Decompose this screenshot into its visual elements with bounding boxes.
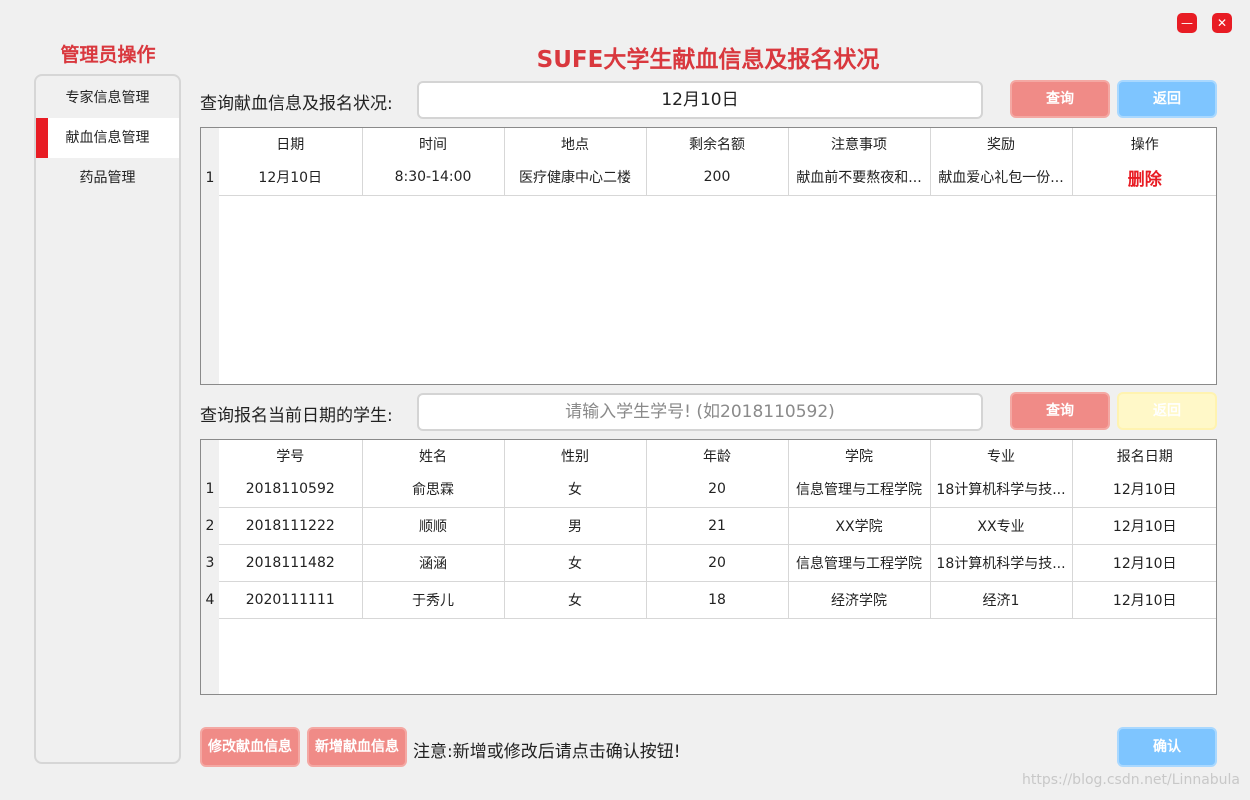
table-cell[interactable]: 18计算机科学与技... [930, 544, 1073, 582]
row-header-column: 1 2 3 4 [201, 440, 219, 694]
row-header-column: 1 [201, 128, 219, 384]
donation-date-input[interactable]: 12月10日 [417, 81, 983, 119]
table-cell[interactable]: 18计算机科学与技... [930, 471, 1073, 508]
table-row[interactable]: 2018111222 顺顺 男 21 XX学院 XX专业 12月10日 [219, 507, 1216, 545]
table-cell[interactable]: 12月10日 [219, 159, 363, 196]
table-cell[interactable]: 女 [504, 471, 647, 508]
table-cell[interactable]: 12月10日 [1072, 544, 1216, 582]
table-cell[interactable]: 俞思霖 [362, 471, 505, 508]
row-number: 1 [205, 170, 215, 186]
table-cell[interactable]: 12月10日 [1072, 471, 1216, 508]
column-header-name[interactable]: 姓名 [362, 440, 505, 471]
donation-query-label: 查询献血信息及报名状况: [200, 94, 393, 114]
sidebar-title: 管理员操作 [60, 44, 156, 66]
student-query-label: 查询报名当前日期的学生: [200, 406, 393, 426]
table-cell[interactable]: 涵涵 [362, 544, 505, 582]
table-cell[interactable]: 献血爱心礼包一份... [930, 159, 1073, 196]
table-cell[interactable]: 经济1 [930, 581, 1073, 619]
confirm-button[interactable]: 确认 [1117, 727, 1217, 767]
add-donation-button[interactable]: 新增献血信息 [307, 727, 407, 767]
table-cell[interactable]: XX学院 [788, 507, 931, 545]
table-cell[interactable]: 21 [646, 507, 789, 545]
table-cell[interactable]: 女 [504, 544, 647, 582]
table-cell[interactable]: XX专业 [930, 507, 1073, 545]
table-cell[interactable]: 信息管理与工程学院 [788, 544, 931, 582]
table-cell[interactable]: 12月10日 [1072, 581, 1216, 619]
sidebar-item-donation-management[interactable]: 献血信息管理 [36, 118, 179, 158]
page-title: SUFE大学生献血信息及报名状况 [536, 47, 880, 73]
student-table: 1 2 3 4 学号 姓名 性别 年龄 学院 专业 报名日期 201811059… [200, 439, 1217, 695]
table-cell[interactable]: 医疗健康中心二楼 [504, 159, 647, 196]
column-header-remaining-slots[interactable]: 剩余名额 [646, 128, 789, 159]
student-id-input[interactable]: 请输入学生学号! (如2018110592) [417, 393, 983, 431]
table-row[interactable]: 2018111482 涵涵 女 20 信息管理与工程学院 18计算机科学与技..… [219, 544, 1216, 582]
donation-table: 1 日期 时间 地点 剩余名额 注意事项 奖励 操作 12月10日 8:30-1… [200, 127, 1217, 385]
table-cell[interactable]: 8:30-14:00 [362, 159, 505, 196]
student-grid: 学号 姓名 性别 年龄 学院 专业 报名日期 2018110592 俞思霖 女 … [219, 440, 1216, 619]
delete-button[interactable]: 删除 [1128, 170, 1162, 190]
donation-back-button[interactable]: 返回 [1117, 80, 1217, 118]
column-header-notes[interactable]: 注意事项 [788, 128, 931, 159]
sidebar-item-medicine-management[interactable]: 药品管理 [36, 158, 179, 198]
row-number: 4 [205, 592, 215, 608]
table-cell[interactable]: 12月10日 [1072, 507, 1216, 545]
column-header-location[interactable]: 地点 [504, 128, 647, 159]
row-number: 3 [205, 555, 215, 571]
table-cell[interactable]: 女 [504, 581, 647, 619]
sidebar-item-expert-management[interactable]: 专家信息管理 [36, 78, 179, 118]
column-header-date[interactable]: 日期 [219, 128, 363, 159]
table-cell[interactable]: 2018111222 [219, 507, 363, 545]
sidebar: 专家信息管理 献血信息管理 药品管理 [34, 74, 181, 764]
table-cell[interactable]: 信息管理与工程学院 [788, 471, 931, 508]
footer-note: 注意:新增或修改后请点击确认按钮! [413, 742, 681, 762]
table-cell[interactable]: 男 [504, 507, 647, 545]
table-cell[interactable]: 200 [646, 159, 789, 196]
column-header-major[interactable]: 专业 [930, 440, 1073, 471]
donation-grid: 日期 时间 地点 剩余名额 注意事项 奖励 操作 12月10日 8:30-14:… [219, 128, 1216, 196]
watermark: https://blog.csdn.net/Linnabula [1022, 772, 1240, 788]
table-cell[interactable]: 于秀儿 [362, 581, 505, 619]
column-header-time[interactable]: 时间 [362, 128, 505, 159]
action-cell: 删除 [1072, 159, 1216, 196]
table-row[interactable]: 2018110592 俞思霖 女 20 信息管理与工程学院 18计算机科学与技.… [219, 471, 1216, 508]
minimize-button[interactable]: — [1177, 13, 1197, 33]
column-header-registration-date[interactable]: 报名日期 [1072, 440, 1216, 471]
donation-query-button[interactable]: 查询 [1010, 80, 1110, 118]
sidebar-item-label: 献血信息管理 [65, 130, 150, 146]
row-number: 2 [205, 518, 215, 534]
table-cell[interactable]: 顺顺 [362, 507, 505, 545]
table-cell[interactable]: 18 [646, 581, 789, 619]
column-header-college[interactable]: 学院 [788, 440, 931, 471]
column-header-gender[interactable]: 性别 [504, 440, 647, 471]
row-number: 1 [205, 481, 215, 497]
table-cell[interactable]: 2018110592 [219, 471, 363, 508]
close-button[interactable]: ✕ [1212, 13, 1232, 33]
column-header-age[interactable]: 年龄 [646, 440, 789, 471]
table-cell[interactable]: 20 [646, 544, 789, 582]
table-row[interactable]: 12月10日 8:30-14:00 医疗健康中心二楼 200 献血前不要熬夜和.… [219, 159, 1216, 196]
table-cell[interactable]: 20 [646, 471, 789, 508]
table-cell[interactable]: 献血前不要熬夜和... [788, 159, 931, 196]
student-query-button[interactable]: 查询 [1010, 392, 1110, 430]
column-header-student-id[interactable]: 学号 [219, 440, 363, 471]
modify-donation-button[interactable]: 修改献血信息 [200, 727, 300, 767]
active-indicator [36, 118, 48, 158]
table-row[interactable]: 2020111111 于秀儿 女 18 经济学院 经济1 12月10日 [219, 581, 1216, 619]
column-header-reward[interactable]: 奖励 [930, 128, 1073, 159]
column-header-action[interactable]: 操作 [1072, 128, 1216, 159]
table-cell[interactable]: 经济学院 [788, 581, 931, 619]
table-cell[interactable]: 2018111482 [219, 544, 363, 582]
table-cell[interactable]: 2020111111 [219, 581, 363, 619]
student-back-button[interactable]: 返回 [1117, 392, 1217, 430]
